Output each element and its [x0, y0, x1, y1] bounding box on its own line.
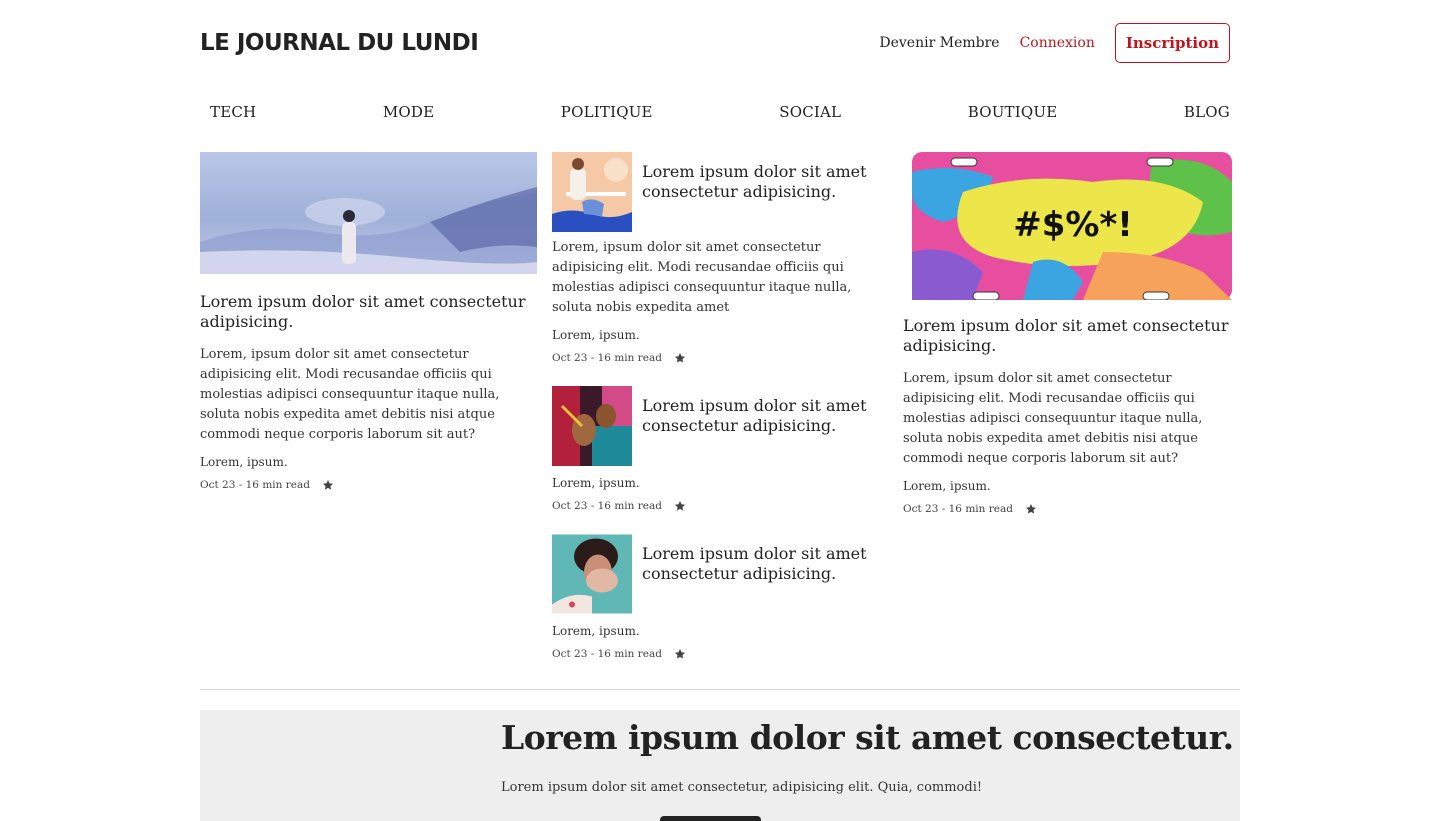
nav-item-blog[interactable]: BLOG — [1184, 103, 1230, 121]
article-meta: Oct 23 - 16 min read — [903, 503, 1240, 515]
nav-item-social[interactable]: SOCIAL — [779, 103, 841, 121]
article-thumbnail[interactable] — [552, 152, 632, 232]
article-title[interactable]: Lorem ipsum dolor sit amet consectetur a… — [642, 162, 890, 232]
list-item[interactable]: Lorem ipsum dolor sit amet consectetur a… — [552, 152, 890, 364]
article-excerpt: Lorem, ipsum dolor sit amet consectetur … — [903, 371, 1203, 466]
article-excerpt: Lorem, ipsum dolor sit amet consectetur … — [200, 347, 500, 442]
login-link[interactable]: Connexion — [1020, 35, 1095, 51]
list-item[interactable]: Lorem ipsum dolor sit amet consectetur a… — [552, 534, 890, 660]
article-tags: Lorem, ipsum. — [903, 479, 991, 493]
newsletter-text: Lorem ipsum dolor sit amet consectetur, … — [501, 780, 983, 795]
newsletter-title: Lorem ipsum dolor sit amet consectetur. — [501, 718, 1234, 757]
list-item[interactable]: Lorem ipsum dolor sit amet consectetur a… — [552, 386, 890, 512]
article-title[interactable]: Lorem ipsum dolor sit amet consectetur a… — [642, 544, 890, 614]
article-tags: Lorem, ipsum. — [552, 328, 640, 342]
article-list: Lorem ipsum dolor sit amet consectetur a… — [552, 152, 890, 682]
site-logo[interactable]: LE JOURNAL DU LUNDI — [200, 26, 479, 60]
become-member-link[interactable]: Devenir Membre — [879, 35, 999, 51]
article-meta: Oct 23 - 16 min read — [552, 648, 890, 660]
article-excerpt: Lorem, ipsum dolor sit amet consectetur … — [552, 240, 852, 315]
nav-item-boutique[interactable]: BOUTIQUE — [968, 103, 1058, 121]
article-thumbnail[interactable] — [552, 534, 632, 614]
star-icon[interactable] — [322, 479, 334, 491]
featured-article-left[interactable]: Lorem ipsum dolor sit amet consectetur a… — [200, 152, 537, 491]
section-divider — [200, 689, 1240, 690]
newsletter-section: Lorem ipsum dolor sit amet consectetur. … — [200, 710, 1240, 821]
image-text: #$%*! — [1013, 205, 1133, 245]
nav-item-politique[interactable]: POLITIQUE — [561, 103, 653, 121]
article-tags: Lorem, ipsum. — [552, 624, 640, 638]
auth-links: Devenir Membre Connexion Inscription — [879, 23, 1230, 63]
nav-item-tech[interactable]: TECH — [210, 103, 256, 121]
star-icon[interactable] — [674, 648, 686, 660]
article-date-readtime: Oct 23 - 16 min read — [552, 648, 662, 660]
article-date-readtime: Oct 23 - 16 min read — [552, 352, 662, 364]
featured-article-right[interactable]: #$%*! Lorem ipsum dolor sit amet consect… — [903, 152, 1240, 515]
article-meta: Oct 23 - 16 min read — [200, 479, 537, 491]
article-title[interactable]: Lorem ipsum dolor sit amet consectetur a… — [642, 396, 890, 466]
nav-item-mode[interactable]: MODE — [383, 103, 434, 121]
newsletter-button[interactable] — [660, 816, 761, 821]
article-thumbnail[interactable] — [552, 386, 632, 466]
article-date-readtime: Oct 23 - 16 min read — [200, 479, 310, 491]
article-date-readtime: Oct 23 - 16 min read — [903, 503, 1013, 515]
article-image[interactable] — [200, 152, 537, 274]
article-title[interactable]: Lorem ipsum dolor sit amet consectetur a… — [903, 316, 1240, 356]
star-icon[interactable] — [1025, 503, 1037, 515]
star-icon[interactable] — [674, 352, 686, 364]
signup-button[interactable]: Inscription — [1114, 23, 1230, 63]
article-image[interactable]: #$%*! — [903, 152, 1240, 300]
article-meta: Oct 23 - 16 min read — [552, 352, 890, 364]
article-date-readtime: Oct 23 - 16 min read — [552, 500, 662, 512]
article-meta: Oct 23 - 16 min read — [552, 500, 890, 512]
article-tags: Lorem, ipsum. — [552, 476, 640, 490]
article-title[interactable]: Lorem ipsum dolor sit amet consectetur a… — [200, 292, 537, 332]
star-icon[interactable] — [674, 500, 686, 512]
main-nav: TECH MODE POLITIQUE SOCIAL BOUTIQUE BLOG — [210, 100, 1230, 124]
article-tags: Lorem, ipsum. — [200, 455, 288, 469]
